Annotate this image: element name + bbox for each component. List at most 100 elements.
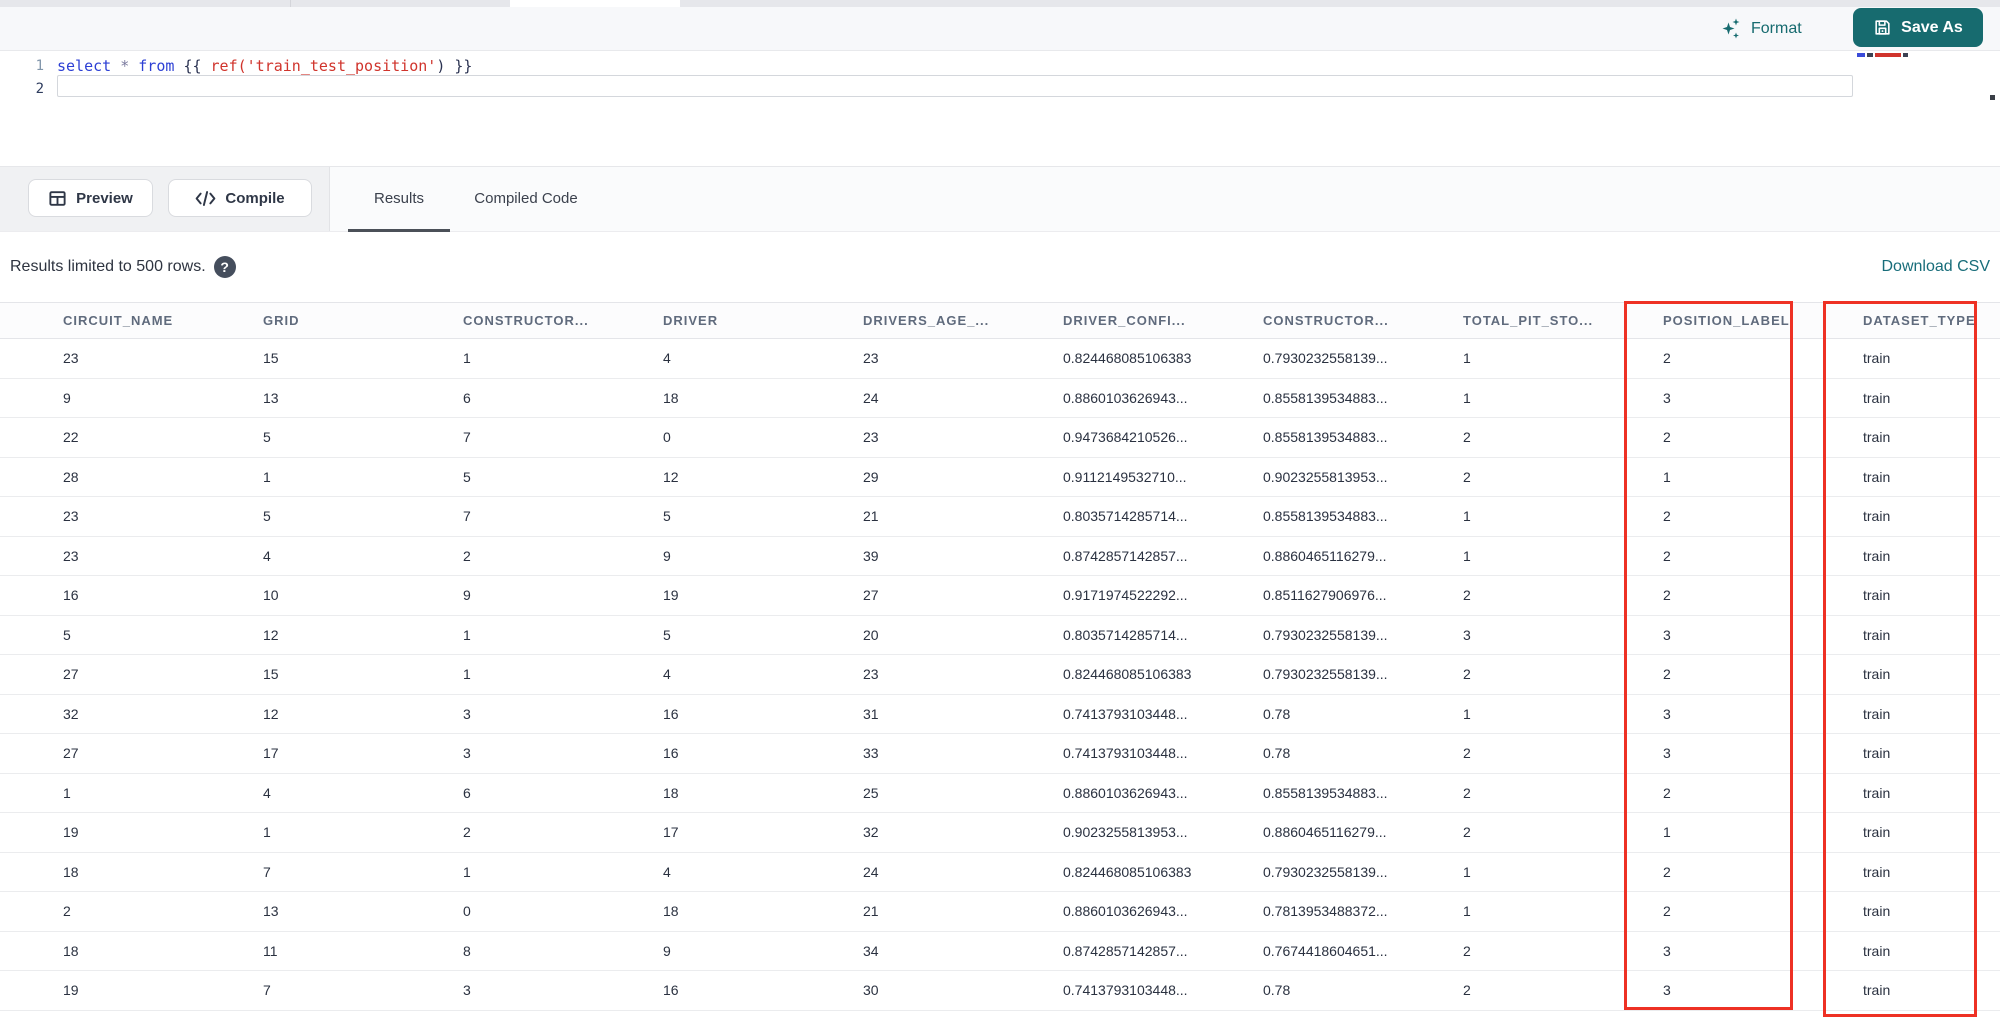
table-cell: 15	[263, 350, 279, 367]
help-icon[interactable]: ?	[213, 256, 236, 278]
table-row: 27 17 3 16 33 0.7413793103448... 0.78 2 3 train	[0, 734, 2000, 774]
table-cell: 12	[263, 705, 279, 722]
tab-compiled-code-label: Compiled Code	[474, 189, 578, 207]
table-cell: 2	[1463, 942, 1471, 959]
table-cell: 1	[463, 626, 471, 643]
table-cell: 2	[1663, 666, 1671, 683]
table-cell: 1	[263, 468, 271, 485]
table-cell: 0.7413793103448...	[1063, 745, 1188, 762]
editor-minimap[interactable]	[1853, 51, 2000, 166]
active-file-tab[interactable]	[510, 0, 680, 7]
table-cell: 0.7413793103448...	[1063, 982, 1188, 999]
table-cell: 9	[63, 389, 71, 406]
table-cell: 2	[1663, 903, 1671, 920]
tab-compiled-code[interactable]: Compiled Code	[450, 167, 602, 232]
table-cell: train	[1863, 666, 1891, 683]
table-cell: 1	[463, 350, 471, 367]
table-cell: 7	[263, 982, 271, 999]
table-cell: 21	[863, 903, 879, 920]
table-cell: 6	[463, 784, 471, 801]
table-cell: 3	[1663, 982, 1671, 999]
table-cell: 2	[463, 547, 471, 564]
table-row: 23 15 1 4 23 0.824468085106383 0.7930232558139…	[0, 339, 2000, 379]
table-cell: train	[1863, 863, 1891, 880]
table-row: 22 5 7 0 23 0.9473684210526... 0.8558139534883…	[0, 418, 2000, 458]
table-cell: train	[1863, 587, 1891, 604]
table-cell: 9	[663, 547, 671, 564]
results-table: CIRCUIT_NAME GRID CONSTRUCTOR... DRIVER DRIV…	[0, 302, 2000, 1011]
table-cell: 23	[863, 429, 879, 446]
save-icon	[1873, 18, 1892, 37]
table-row: 18 11 8 9 34 0.8742857142857... 0.767441860465…	[0, 931, 2000, 971]
table-cell: train	[1863, 350, 1891, 367]
tab-separator	[290, 0, 291, 7]
table-cell: 0.8860103626943...	[1063, 903, 1188, 920]
table-cell: 4	[663, 666, 671, 683]
table-cell: 0.9473684210526...	[1063, 429, 1188, 446]
code-token: select	[57, 57, 112, 75]
table-cell: 2	[1663, 547, 1671, 564]
download-csv-link[interactable]: Download CSV	[1882, 258, 1991, 276]
table-cell: 1	[1463, 903, 1471, 920]
table-cell: train	[1863, 982, 1891, 999]
code-icon	[195, 189, 216, 208]
compile-button[interactable]: Compile	[168, 179, 312, 217]
table-cell: 0.7674418604651...	[1263, 942, 1388, 959]
table-cell: 13	[263, 389, 279, 406]
table-cell: 18	[63, 942, 79, 959]
table-cell: 0.8035714285714...	[1063, 626, 1188, 643]
table-cell: 3	[463, 705, 471, 722]
results-meta-bar: Results limited to 500 rows. ? Download …	[0, 232, 2000, 302]
table-cell: 8	[463, 942, 471, 959]
table-cell: 25	[863, 784, 879, 801]
table-cell: 1	[1463, 863, 1471, 880]
table-row: 28 1 5 12 29 0.9112149532710... 0.902325581395…	[0, 457, 2000, 497]
table-cell: 3	[1663, 389, 1671, 406]
table-cell: 1	[1463, 705, 1471, 722]
table-row: 1 4 6 18 25 0.8860103626943... 0.8558139534883…	[0, 773, 2000, 813]
table-cell: 39	[863, 547, 879, 564]
table-cell: 2	[1463, 429, 1471, 446]
format-button[interactable]: Format	[1720, 14, 1802, 44]
code-token: 'train_test_position'	[246, 57, 437, 75]
table-cell: 0.824468085106383	[1063, 863, 1192, 880]
sql-ide-results-view: Format Save As 1 2 select * from {{ ref(…	[0, 0, 2000, 1020]
line-number-gutter: 1 2	[0, 55, 44, 101]
table-cell: 0.7930232558139...	[1263, 626, 1388, 643]
preview-button[interactable]: Preview	[28, 179, 153, 217]
table-cell: 5	[463, 468, 471, 485]
table-cell: 0.7813953488372...	[1263, 903, 1388, 920]
table-cell: 28	[63, 468, 79, 485]
table-cell: 0.8860465116279...	[1263, 547, 1387, 564]
table-cell: train	[1863, 824, 1891, 841]
table-cell: 5	[263, 429, 271, 446]
column-header: DRIVER	[663, 313, 719, 328]
table-cell: train	[1863, 389, 1891, 406]
table-cell: 0.8511627906976...	[1263, 587, 1387, 604]
save-as-button[interactable]: Save As	[1853, 8, 1983, 47]
table-cell: train	[1863, 547, 1891, 564]
format-button-label: Format	[1751, 20, 1802, 37]
tab-results[interactable]: Results	[348, 167, 450, 232]
table-cell: 24	[863, 863, 879, 880]
code-token: *	[120, 57, 130, 75]
table-cell: 1	[263, 824, 271, 841]
table-cell: 0.8860103626943...	[1063, 784, 1188, 801]
table-body: 23 15 1 4 23 0.824468085106383 0.7930232558139…	[0, 339, 2000, 1011]
table-cell: 2	[1663, 508, 1671, 525]
table-row: 19 1 2 17 32 0.9023255813953... 0.886046511627…	[0, 813, 2000, 853]
table-row: 32 12 3 16 31 0.7413793103448... 0.78 1 3 train	[0, 694, 2000, 734]
row-limit-notice: Results limited to 500 rows.	[10, 258, 206, 275]
table-cell: train	[1863, 508, 1891, 525]
editor-toolbar: Format Save As	[0, 7, 2000, 51]
table-row: 23 5 7 5 21 0.8035714285714... 0.8558139534883…	[0, 497, 2000, 537]
sql-editor[interactable]: 1 2 select * from {{ ref('train_test_pos…	[0, 51, 2000, 166]
table-cell: 5	[263, 508, 271, 525]
table-cell: 0.8035714285714...	[1063, 508, 1188, 525]
table-cell: 18	[663, 389, 679, 406]
table-row: 27 15 1 4 23 0.824468085106383 0.7930232558139…	[0, 655, 2000, 695]
code-token: }}	[454, 57, 473, 75]
minimap-code-line	[1857, 53, 1908, 57]
